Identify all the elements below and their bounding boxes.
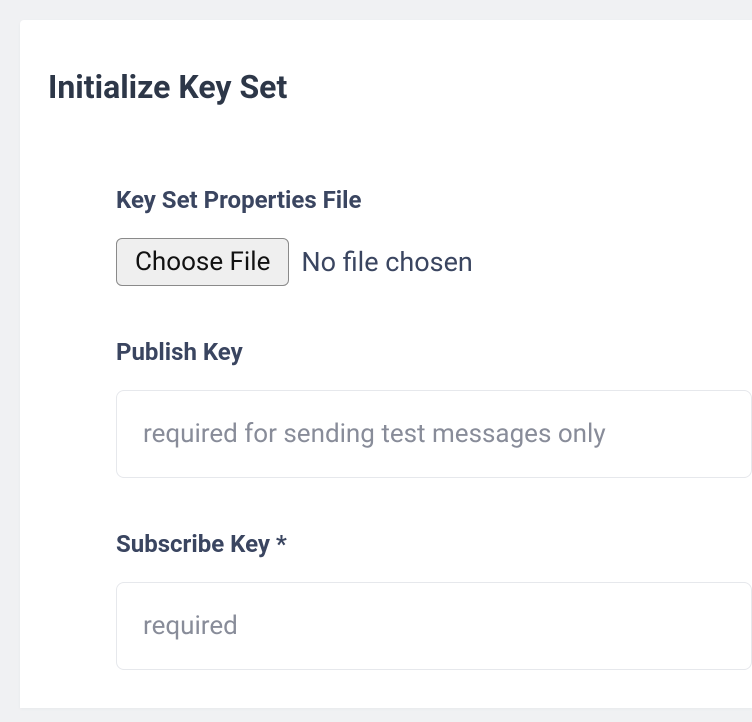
file-row: Choose File No file chosen	[116, 238, 752, 286]
publish-key-group: Publish Key	[116, 338, 752, 530]
publish-key-input[interactable]	[116, 390, 752, 478]
form-section: Key Set Properties File Choose File No f…	[20, 186, 752, 722]
subscribe-key-group: Subscribe Key *	[116, 530, 752, 722]
file-field-group: Key Set Properties File Choose File No f…	[116, 186, 752, 286]
file-label: Key Set Properties File	[116, 186, 752, 214]
file-status: No file chosen	[301, 246, 472, 278]
subscribe-key-label: Subscribe Key *	[116, 530, 752, 558]
form-card: Initialize Key Set Key Set Properties Fi…	[20, 20, 752, 708]
choose-file-button[interactable]: Choose File	[116, 238, 289, 286]
publish-key-label: Publish Key	[116, 338, 752, 366]
page-title: Initialize Key Set	[48, 68, 752, 106]
subscribe-key-input[interactable]	[116, 582, 752, 670]
